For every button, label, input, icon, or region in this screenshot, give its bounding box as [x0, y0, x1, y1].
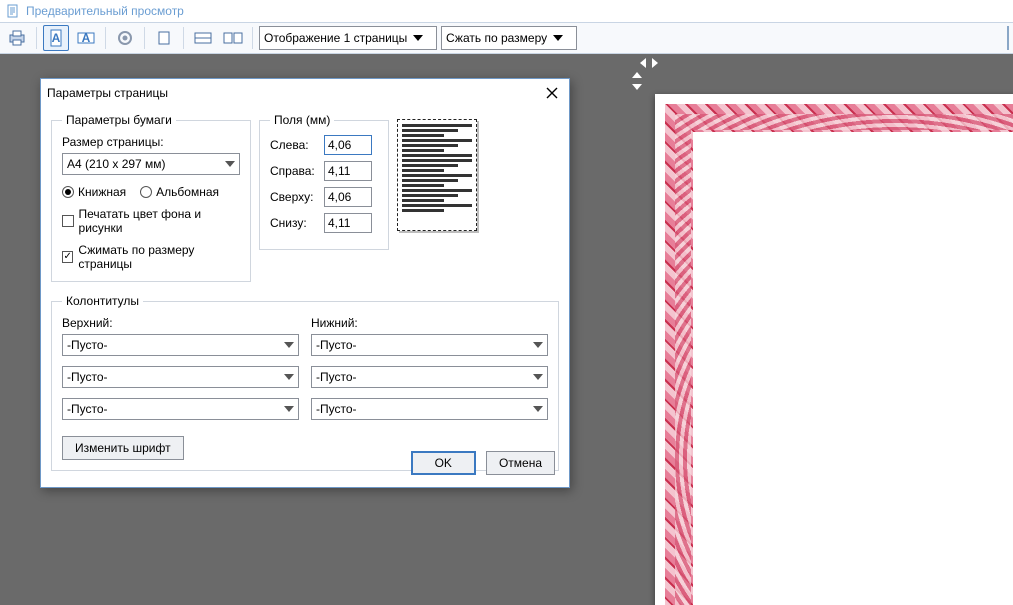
orientation-portrait-radio[interactable]: Книжная: [62, 185, 126, 199]
orientation-landscape-label: Альбомная: [156, 185, 219, 199]
zoom-fit-label: Сжать по размеру: [446, 31, 547, 45]
window-titlebar: Предварительный просмотр: [0, 0, 1013, 22]
margin-right-label: Справа:: [270, 164, 318, 178]
zoom-fit-select[interactable]: Сжать по размеру: [441, 26, 577, 50]
dialog-titlebar: Параметры страницы: [41, 79, 569, 107]
window-title: Предварительный просмотр: [26, 4, 184, 18]
footer-select-2[interactable]: -Пусто-: [311, 366, 548, 388]
toolbar-separator: [36, 27, 37, 49]
chevron-down-icon: [284, 342, 294, 348]
toolbar: A A Отображение 1 страницы Сжать по разм…: [0, 22, 1013, 54]
paper-legend: Параметры бумаги: [62, 113, 176, 127]
multi-page-button[interactable]: [220, 25, 246, 51]
landscape-button[interactable]: A: [73, 25, 99, 51]
single-page-button[interactable]: [151, 25, 177, 51]
toolbar-separator: [252, 27, 253, 49]
toolbar-separator: [105, 27, 106, 49]
margins-fieldset: Поля (мм) Слева: Справа: Сверху: Сни: [259, 113, 389, 250]
ok-button[interactable]: OK: [411, 451, 476, 475]
page-size-label: Размер страницы:: [62, 135, 240, 149]
margin-right-input[interactable]: [324, 161, 372, 181]
chevron-down-icon: [225, 161, 235, 167]
splitter-vertical[interactable]: [632, 72, 642, 90]
page-display-select[interactable]: Отображение 1 страницы: [259, 26, 437, 50]
margins-legend: Поля (мм): [270, 113, 334, 127]
cancel-button[interactable]: Отмена: [486, 451, 555, 475]
shrink-to-fit-checkbox[interactable]: Сжимать по размеру страницы: [62, 243, 240, 271]
ornate-border-inner: [675, 114, 1013, 605]
chevron-down-icon: [413, 35, 423, 41]
margin-bottom-label: Снизу:: [270, 216, 318, 230]
margin-bottom-input[interactable]: [324, 213, 372, 233]
margin-top-label: Сверху:: [270, 190, 318, 204]
toolbar-separator: [144, 27, 145, 49]
chevron-down-icon: [284, 374, 294, 380]
page-size-select[interactable]: A4 (210 x 297 мм): [62, 153, 240, 175]
shrink-to-fit-label: Сжимать по размеру страницы: [78, 243, 240, 271]
print-button[interactable]: [4, 25, 30, 51]
headers-footers-legend: Колонтитулы: [62, 294, 143, 308]
orientation-landscape-radio[interactable]: Альбомная: [140, 185, 219, 199]
footer-label: Нижний:: [311, 316, 548, 330]
page-preview: [655, 94, 1013, 605]
toolbar-separator: [183, 27, 184, 49]
margin-left-input[interactable]: [324, 135, 372, 155]
footer-select-3[interactable]: -Пусто-: [311, 398, 548, 420]
margin-top-input[interactable]: [324, 187, 372, 207]
radio-dot-icon: [140, 186, 152, 198]
chevron-down-icon: [533, 406, 543, 412]
print-background-label: Печатать цвет фона и рисунки: [79, 207, 240, 235]
document-icon: [6, 4, 20, 18]
chevron-down-icon: [284, 406, 294, 412]
change-font-button[interactable]: Изменить шрифт: [62, 436, 184, 460]
preview-workarea: Параметры страницы Параметры бумаги Разм…: [0, 54, 1013, 605]
paper-fieldset: Параметры бумаги Размер страницы: A4 (21…: [51, 113, 251, 282]
svg-text:A: A: [82, 31, 91, 45]
chevron-down-icon: [533, 342, 543, 348]
footer-select-1[interactable]: -Пусто-: [311, 334, 548, 356]
dialog-close-button[interactable]: [541, 83, 563, 103]
svg-text:A: A: [52, 31, 61, 45]
margin-left-label: Слева:: [270, 138, 318, 152]
toolbar-right-divider: [1007, 26, 1009, 50]
header-label: Верхний:: [62, 316, 299, 330]
page-setup-dialog: Параметры страницы Параметры бумаги Разм…: [40, 78, 570, 488]
orientation-portrait-label: Книжная: [78, 185, 126, 199]
chevron-down-icon: [553, 35, 563, 41]
header-select-1[interactable]: -Пусто-: [62, 334, 299, 356]
headers-footers-fieldset: Колонтитулы Верхний: -Пусто- -Пусто- -Пу…: [51, 294, 559, 471]
header-select-3[interactable]: -Пусто-: [62, 398, 299, 420]
ornate-border: [665, 104, 1013, 605]
margin-preview-thumb: [397, 113, 497, 231]
splitter-horizontal[interactable]: [640, 58, 658, 68]
close-icon: [546, 87, 558, 99]
dialog-title: Параметры страницы: [47, 86, 168, 100]
checkbox-box-icon: [62, 251, 73, 263]
checkbox-box-icon: [62, 215, 74, 227]
page-width-button[interactable]: [190, 25, 216, 51]
print-background-checkbox[interactable]: Печатать цвет фона и рисунки: [62, 207, 240, 235]
page-size-value: A4 (210 x 297 мм): [67, 157, 166, 171]
settings-button[interactable]: [112, 25, 138, 51]
portrait-button[interactable]: A: [43, 25, 69, 51]
radio-dot-icon: [62, 186, 74, 198]
chevron-down-icon: [533, 374, 543, 380]
page-display-label: Отображение 1 страницы: [264, 31, 407, 45]
header-select-2[interactable]: -Пусто-: [62, 366, 299, 388]
